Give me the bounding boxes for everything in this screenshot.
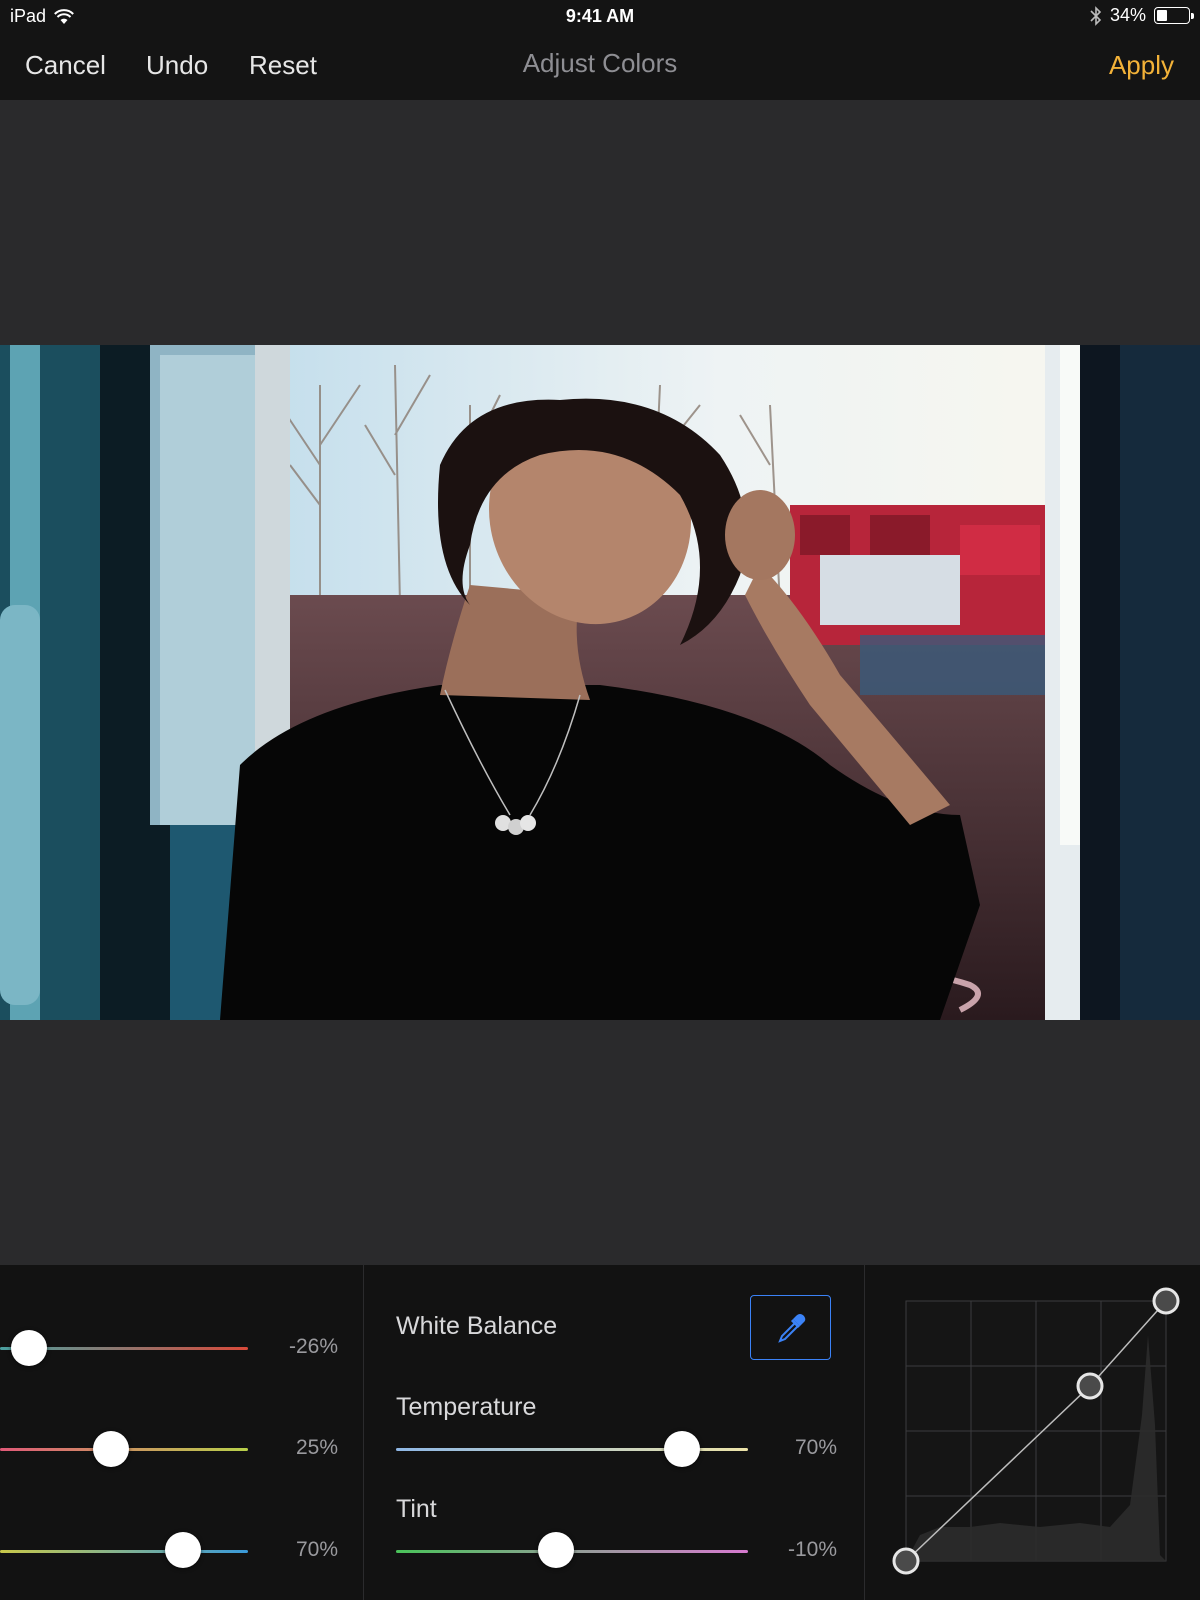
panel-divider <box>363 1265 364 1600</box>
slider-3-thumb[interactable] <box>165 1532 201 1568</box>
curve-point-black[interactable] <box>892 1547 920 1575</box>
navigation-bar: Cancel Undo Reset Adjust Colors Apply <box>0 34 1200 100</box>
slider-3-track[interactable] <box>0 1550 248 1553</box>
slider-1-value: -26% <box>288 1335 338 1358</box>
panel-divider <box>864 1265 865 1600</box>
slider-2-value: 25% <box>295 1436 338 1459</box>
tint-thumb[interactable] <box>538 1532 574 1568</box>
page-title: Adjust Colors <box>522 48 678 78</box>
temperature-label: Temperature <box>396 1393 537 1421</box>
status-right: 34% <box>1090 5 1194 26</box>
tint-value: -10% <box>787 1538 837 1561</box>
battery-fill <box>1157 10 1167 21</box>
status-time: 9:41 AM <box>565 6 635 26</box>
photo-image <box>0 345 1200 1020</box>
eyedropper-button[interactable] <box>750 1295 831 1360</box>
apply-button[interactable]: Apply <box>1109 50 1174 81</box>
battery-icon <box>1154 7 1194 24</box>
slider-2-thumb[interactable] <box>93 1431 129 1467</box>
slider-1-thumb[interactable] <box>11 1330 47 1366</box>
curve-point-mid[interactable] <box>1076 1372 1104 1400</box>
battery-nub <box>1191 13 1194 19</box>
tint-label: Tint <box>396 1495 437 1523</box>
white-balance-label: White Balance <box>396 1312 558 1340</box>
status-bar: iPad 9:41 AM 34% <box>0 0 1200 34</box>
battery-percent: 34% <box>1109 5 1146 25</box>
photo-preview <box>0 345 1200 1020</box>
temperature-thumb[interactable] <box>664 1431 700 1467</box>
curve-point-white[interactable] <box>1152 1287 1180 1315</box>
bluetooth-icon <box>1090 5 1102 26</box>
curves-graph[interactable] <box>880 1265 1200 1600</box>
slider-3-value: 70% <box>295 1538 338 1561</box>
temperature-value: 70% <box>794 1436 837 1459</box>
eyedropper-icon <box>777 1313 805 1343</box>
adjustment-panel: -26% 25% 70% White Balance Temperature 7… <box>0 1265 1200 1600</box>
